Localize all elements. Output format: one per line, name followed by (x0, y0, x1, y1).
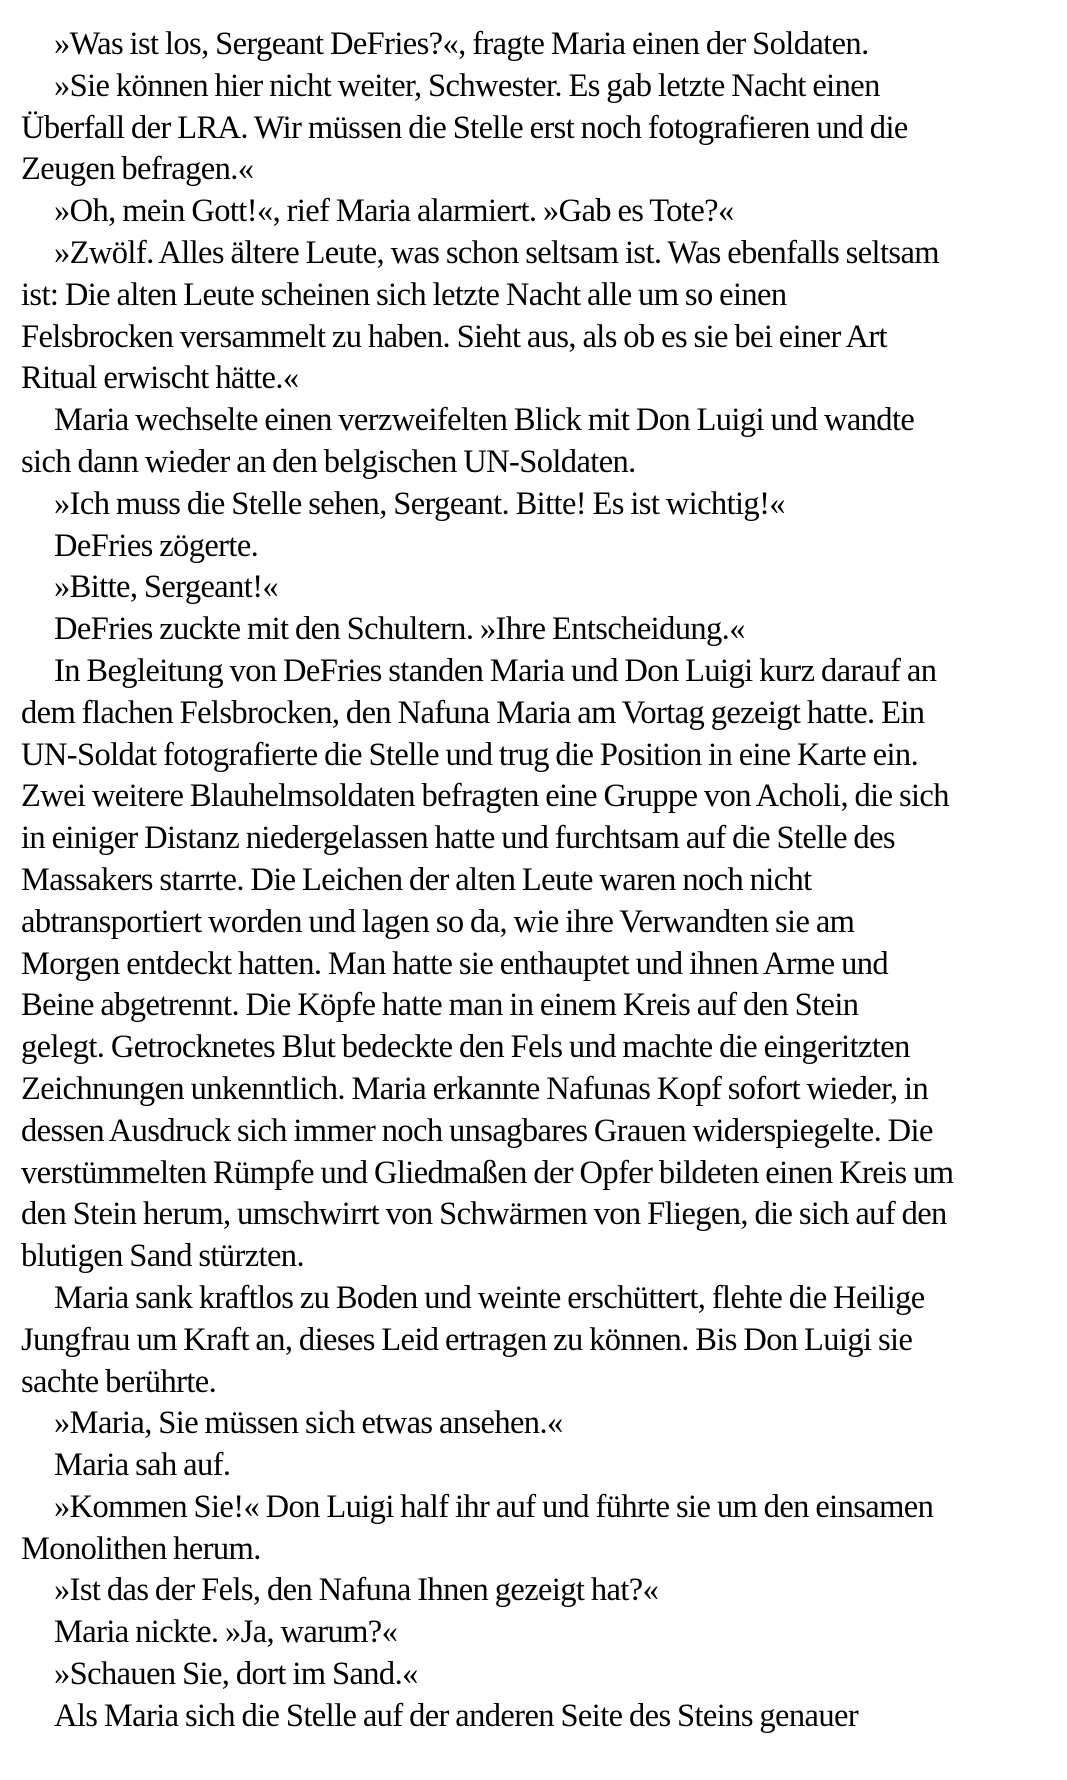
text-line: Morgen entdeckt hatten. Man hatte sie en… (21, 945, 889, 982)
text-line: Massakers starrte. Die Leichen der alten… (21, 861, 812, 898)
text-line: »Bitte, Sergeant!« (54, 569, 279, 606)
text-line: Ritual erwischt hätte.« (21, 360, 299, 397)
document-page: »Was ist los, Sergeant DeFries?«, fragte… (21, 24, 1051, 1738)
text-line: blutigen Sand stürzten. (21, 1238, 305, 1275)
text-line: »Was ist los, Sergeant DeFries?«, fragte… (54, 26, 869, 62)
text-line: Maria sank kraftlos zu Boden und weinte … (54, 1279, 925, 1316)
text-line: Jungfrau um Kraft an, dieses Leid ertrag… (21, 1321, 913, 1358)
text-line: Maria sah auf. (54, 1447, 231, 1484)
text-line: UN-Soldat fotografierte die Stelle und t… (21, 736, 919, 773)
text-line: »Ich muss die Stelle sehen, Sergeant. Bi… (54, 485, 786, 522)
text-line: in einiger Distanz niedergelassen hatte … (21, 820, 896, 857)
text-line: Beine abgetrennt. Die Köpfe hatte man in… (21, 987, 859, 1024)
text-line: »Ist das der Fels, den Nafuna Ihnen geze… (54, 1572, 659, 1609)
text-line: abtransportiert worden und lagen so da, … (21, 903, 855, 940)
text-line: den Stein herum, umschwirrt von Schwärme… (21, 1196, 947, 1233)
text-line: gelegt. Getrocknetes Blut bedeckte den F… (21, 1029, 910, 1066)
text-line: Zeichnungen unkenntlich. Maria erkannte … (21, 1070, 929, 1107)
text-line: Als Maria sich die Stelle auf der andere… (54, 1697, 859, 1734)
text-line: »Zwölf. Alles ältere Leute, was schon se… (54, 234, 940, 271)
text-line: »Sie können hier nicht weiter, Schwester… (54, 67, 880, 104)
text-line: In Begleitung von DeFries standen Maria … (54, 652, 937, 689)
text-line: dem flachen Felsbrocken, den Nafuna Mari… (21, 694, 925, 731)
text-line: Monolithen herum. (21, 1530, 261, 1567)
text-line: »Maria, Sie müssen sich etwas ansehen.« (54, 1405, 563, 1442)
text-line: Maria nickte. »Ja, warum?« (54, 1614, 398, 1651)
text-line: Felsbrocken versammelt zu haben. Sieht a… (21, 318, 888, 355)
text-line: »Schauen Sie, dort im Sand.« (54, 1656, 418, 1693)
text-line: Maria wechselte einen verzweifelten Blic… (54, 402, 915, 439)
text-line: ist: Die alten Leute scheinen sich letzt… (21, 276, 787, 313)
text-line: DeFries zögerte. (54, 527, 259, 564)
text-line: verstümmelten Rümpfe und Gliedmaßen der … (21, 1154, 954, 1191)
text-line: Zwei weitere Blauhelmsoldaten befragten … (21, 778, 950, 815)
text-line: Überfall der LRA. Wir müssen die Stelle … (21, 109, 908, 146)
text-line: dessen Ausdruck sich immer noch unsagbar… (21, 1112, 933, 1149)
text-line: sich dann wieder an den belgischen UN-So… (21, 443, 636, 480)
text-line: Zeugen befragen.« (21, 151, 254, 188)
text-line: DeFries zuckte mit den Schultern. »Ihre … (54, 611, 745, 648)
text-line: »Kommen Sie!« Don Luigi half ihr auf und… (54, 1488, 934, 1525)
text-line: sachte berührte. (21, 1363, 217, 1400)
text-line: »Oh, mein Gott!«, rief Maria alarmiert. … (54, 193, 734, 230)
